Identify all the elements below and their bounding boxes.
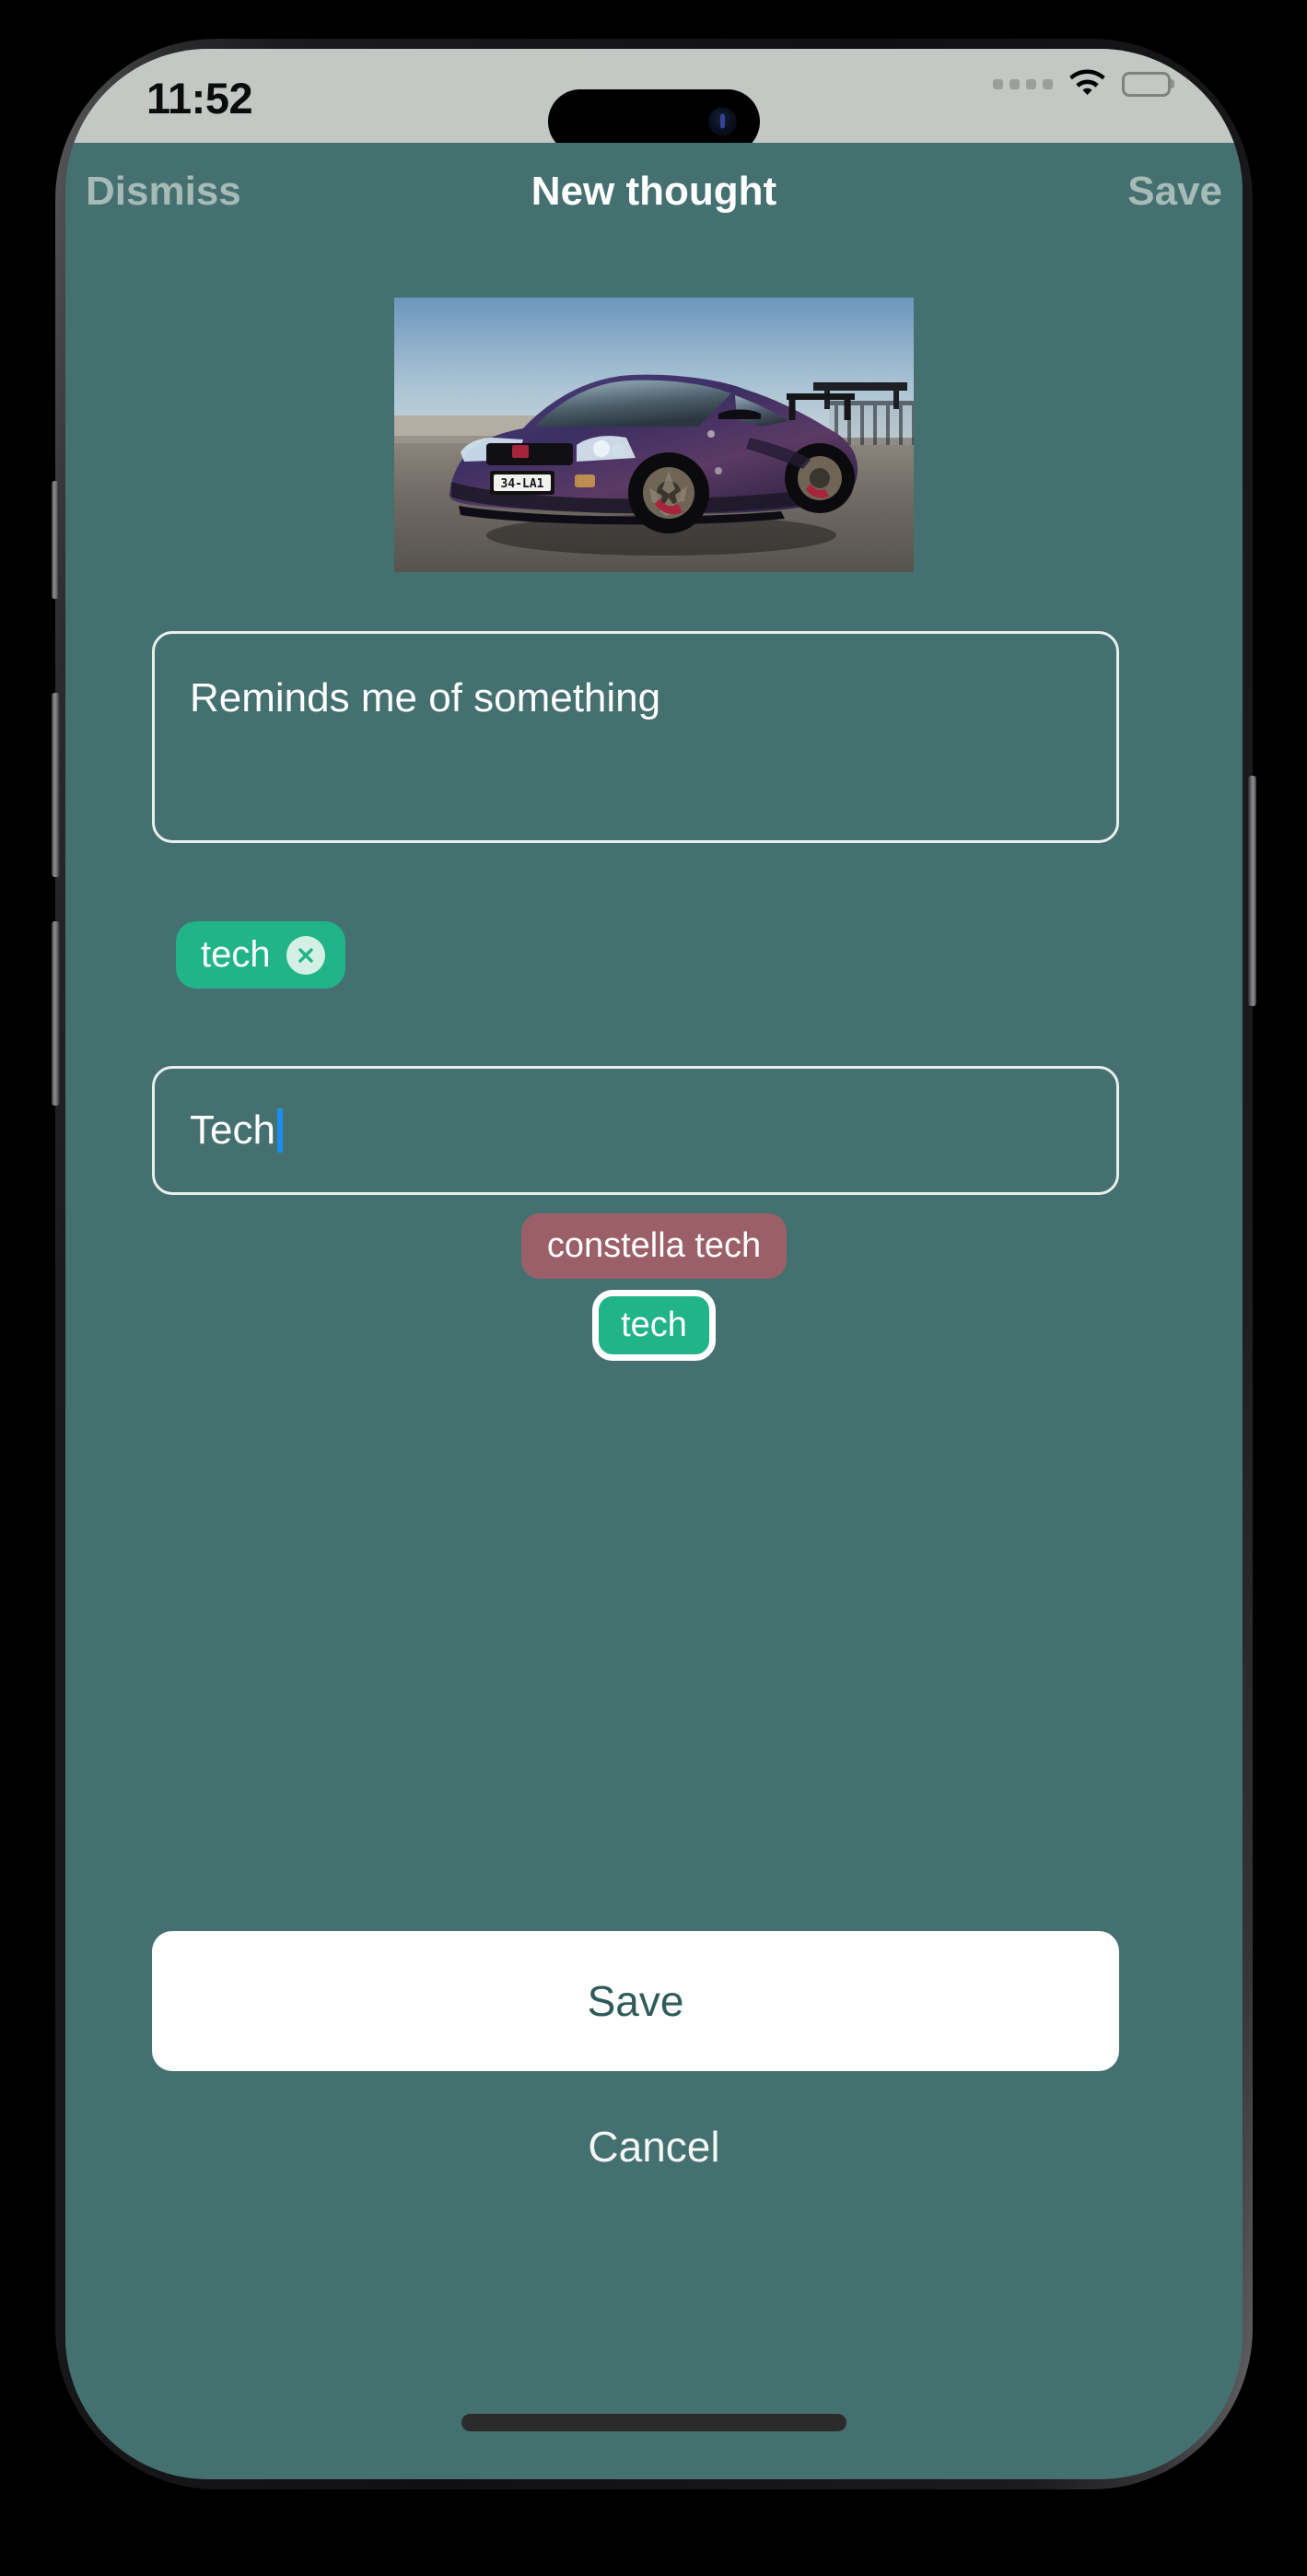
text-caret [276,1108,283,1153]
close-circle-icon[interactable] [286,935,325,975]
active-tag-label: tech [201,934,271,975]
svg-text:34-LA1: 34-LA1 [501,477,544,491]
cancel-button-label: Cancel [588,2123,720,2171]
battery-full-icon [1122,71,1171,97]
status-bar: 11:52 [65,49,1243,154]
save-button[interactable]: Save [152,1931,1119,2071]
status-time: 11:52 [146,74,253,123]
wifi-icon [1069,69,1105,96]
tag-suggestions-list: constella tech tech [65,1213,1243,1361]
thought-text-field[interactable]: Reminds me of something [152,631,1119,843]
phone-frame: 11:52 Dismiss New thought Save 34-LA1 Re… [52,39,1256,2489]
thought-text-value: Reminds me of something [190,675,661,720]
active-tags-row: tech [176,921,345,989]
tag-suggestion-tech[interactable]: tech [592,1290,716,1361]
phone-screen: 11:52 Dismiss New thought Save 34-LA1 Re… [65,49,1243,2479]
tag-input-field[interactable]: Tech [152,1066,1119,1195]
thought-image-preview[interactable]: 34-LA1 [394,298,914,572]
car-photo-illustration: 34-LA1 [394,298,914,572]
signal-dots-icon [993,78,1053,89]
dismiss-button[interactable]: Dismiss [86,169,241,215]
front-camera-icon [708,107,737,136]
tag-suggestion-constella-tech[interactable]: constella tech [520,1213,788,1279]
status-icons [993,69,1171,99]
mute-switch-button[interactable] [52,481,59,599]
volume-up-button[interactable] [52,693,60,877]
tag-input-wrapper: Tech [190,1107,283,1153]
save-button-label: Save [587,1977,684,2025]
power-button[interactable] [1248,776,1256,1006]
active-tag-chip[interactable]: tech [176,921,345,989]
page-title: New thought [531,169,777,214]
volume-down-button[interactable] [52,921,60,1106]
home-indicator[interactable] [461,2414,846,2431]
new-thought-screen: Dismiss New thought Save 34-LA1 Reminds … [65,143,1243,2479]
cancel-button[interactable]: Cancel [65,2122,1243,2172]
navigation-bar: Dismiss New thought Save [65,143,1243,240]
close-icon [298,947,313,963]
nav-save-button[interactable]: Save [1127,169,1222,215]
tag-input-value: Tech [190,1107,275,1153]
